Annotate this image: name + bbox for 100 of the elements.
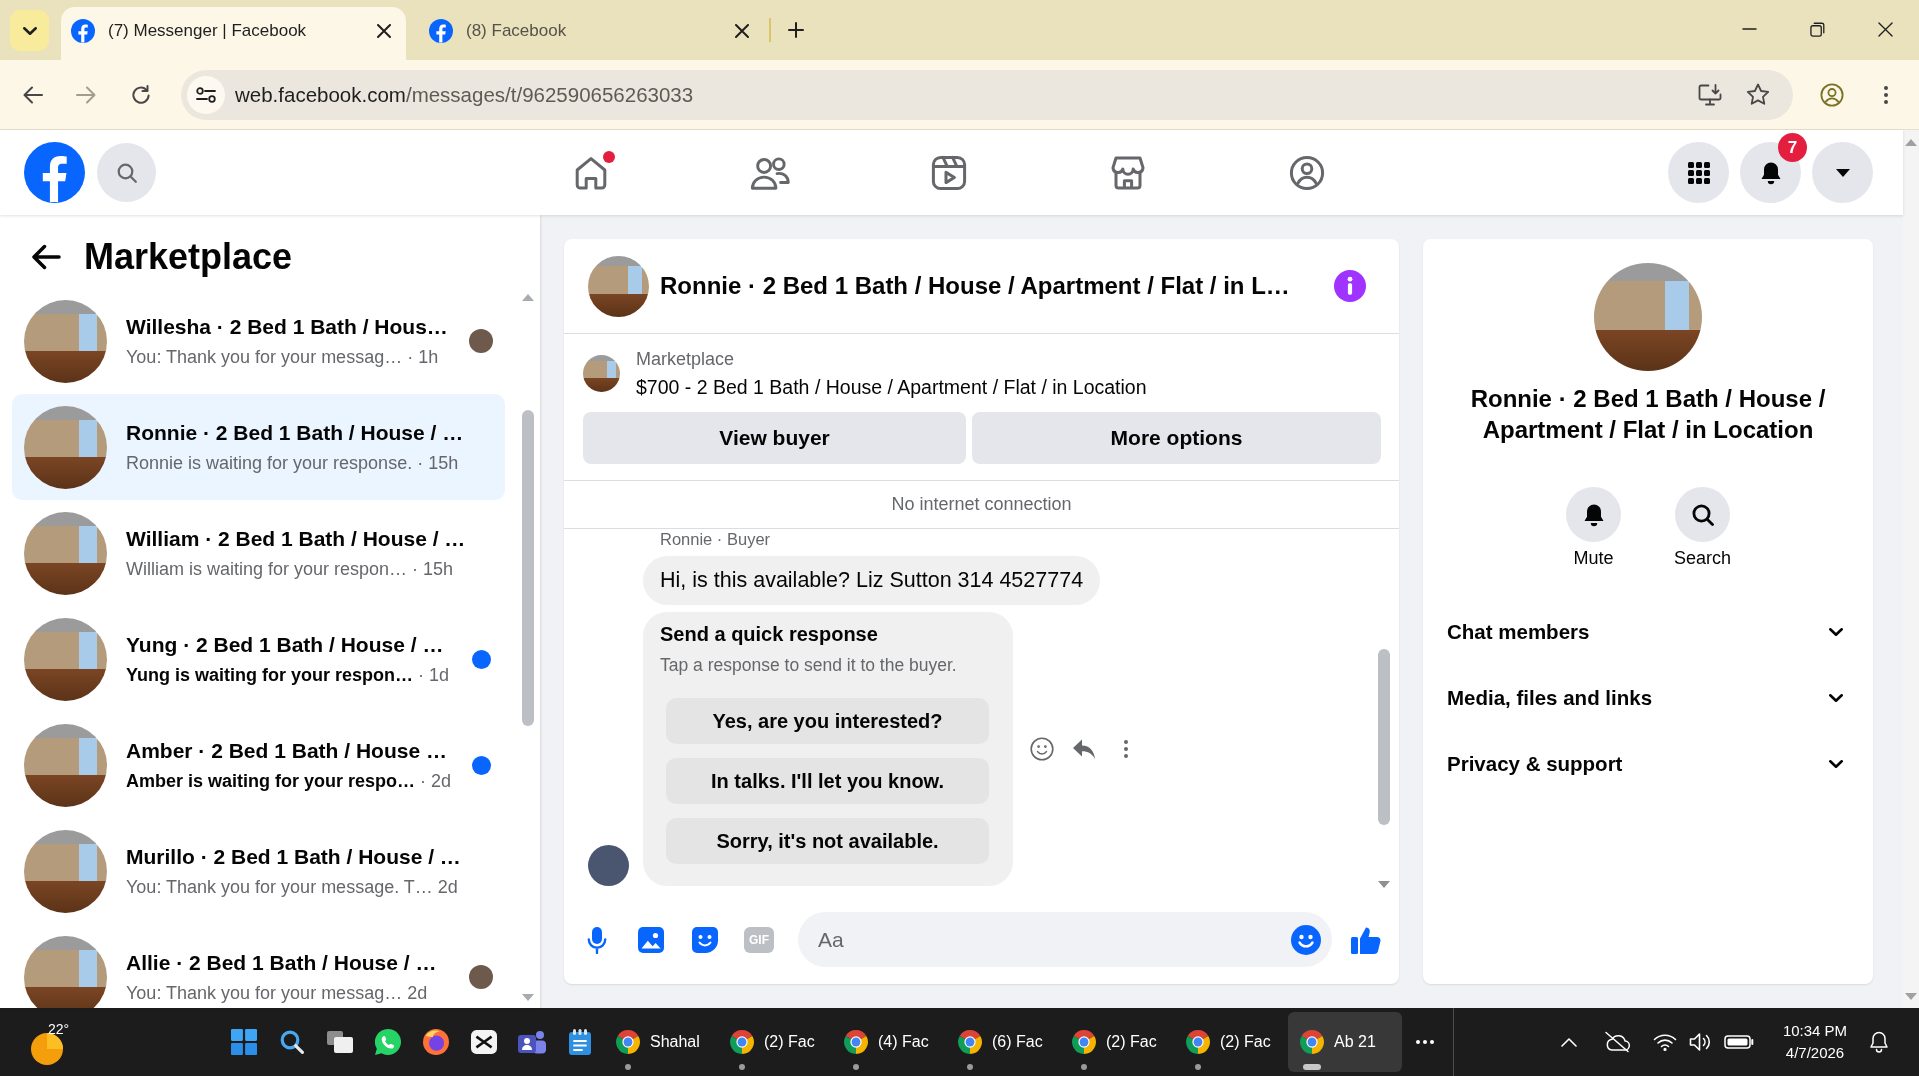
- back-arrow-icon[interactable]: [31, 243, 61, 270]
- bell-icon: [1759, 160, 1782, 185]
- person-circle-icon[interactable]: [1288, 154, 1325, 191]
- address-bar[interactable]: web.facebook.com/messages/t/962590656263033: [181, 69, 1793, 120]
- weather-widget[interactable]: 22°: [0, 1008, 220, 1076]
- section-toggle[interactable]: Media, files and links: [1423, 665, 1873, 731]
- action-button[interactable]: More options: [972, 412, 1381, 464]
- listing-title: $700 - 2 Bed 1 Bath / House / Apartment / Flat / in Location: [636, 375, 1147, 400]
- close-icon[interactable]: [1877, 21, 1893, 37]
- taskbar-window-button[interactable]: (2) Fac: [1060, 1012, 1174, 1072]
- sticker-icon[interactable]: [692, 926, 718, 953]
- phone-bubble-icon[interactable]: [375, 1029, 401, 1055]
- quick-reply-button[interactable]: Sorry, it's not available.: [666, 818, 989, 864]
- conversation-name: Willesha · 2 Bed 1 Bath / Hous…: [126, 314, 449, 340]
- site-info-button[interactable]: [187, 75, 225, 114]
- emoji-icon[interactable]: [1291, 924, 1321, 955]
- button-label: Search: [1673, 547, 1731, 570]
- scroll-down-icon[interactable]: [1378, 881, 1390, 888]
- running-indicator: [1081, 1064, 1087, 1070]
- back-icon[interactable]: [23, 85, 43, 104]
- profile-icon[interactable]: [1820, 82, 1844, 107]
- close-icon[interactable]: [377, 23, 391, 38]
- conversation-title: Ronnie · 2 Bed 1 Bath / House / Apartment / Flat / in L…: [660, 272, 1291, 300]
- avatar-placeholder: [588, 845, 629, 886]
- browser-icon: [843, 1029, 869, 1055]
- battery-icon[interactable]: [1724, 1035, 1754, 1049]
- search-icon[interactable]: [280, 1030, 304, 1054]
- cloud-off-icon[interactable]: [1604, 1031, 1630, 1053]
- video-icon[interactable]: [930, 154, 967, 191]
- taskbar-window-button[interactable]: (6) Fac: [946, 1012, 1060, 1072]
- conversation-item[interactable]: Yung · 2 Bed 1 Bath / House / … Yung is waiting for your respon… · 1d: [12, 606, 505, 712]
- scrollbar-thumb[interactable]: [522, 410, 534, 726]
- page-title: Marketplace: [84, 234, 293, 279]
- taskbar-window-button[interactable]: Ab 21: [1288, 1012, 1402, 1072]
- speaker-icon[interactable]: [1689, 1032, 1711, 1052]
- section-toggle[interactable]: Privacy & support: [1423, 731, 1873, 797]
- message-time: · 1d: [418, 664, 450, 687]
- section-toggle[interactable]: Chat members: [1423, 599, 1873, 665]
- restore-icon[interactable]: [1809, 21, 1825, 37]
- task-view-icon[interactable]: [327, 1031, 353, 1053]
- tab-search-button[interactable]: [10, 10, 49, 51]
- chevron-down-icon: [22, 26, 37, 35]
- running-indicator: [625, 1064, 631, 1070]
- browser-tab[interactable]: (7) Messenger | Facebook: [61, 7, 406, 60]
- reload-icon[interactable]: [131, 84, 151, 105]
- quick-reply-button[interactable]: In talks. I'll let you know.: [666, 758, 989, 804]
- browser-icon: [615, 1029, 641, 1055]
- browser-tab[interactable]: (8) Facebook: [419, 7, 764, 60]
- browser-globe-icon[interactable]: [423, 1029, 449, 1055]
- conversation-item[interactable]: Willesha · 2 Bed 1 Bath / Hous… You: Thank you for your messag… · 1h: [12, 288, 505, 394]
- running-indicator: [853, 1064, 859, 1070]
- message-preview: You: Thank you for your messag…: [126, 982, 403, 1005]
- taskbar-window-button[interactable]: (2) Fac: [1174, 1012, 1288, 1072]
- sender-label: Ronnie · Buyer: [659, 529, 771, 549]
- wifi-icon[interactable]: [1653, 1033, 1677, 1051]
- grid-icon: [1687, 161, 1710, 184]
- button-label: Mute: [1573, 547, 1614, 570]
- message-preview: You: Thank you for your message. T…: [126, 876, 433, 899]
- star-icon[interactable]: [1746, 83, 1770, 106]
- conversation-name: William · 2 Bed 1 Bath / House / …: [126, 526, 467, 552]
- more-icon[interactable]: [1416, 1040, 1434, 1044]
- search-icon: [116, 162, 137, 183]
- notification-bell-icon[interactable]: [1869, 1031, 1889, 1053]
- thumbs-up-icon[interactable]: [1351, 925, 1381, 954]
- menu-icon[interactable]: [1884, 85, 1888, 104]
- running-indicator: [1195, 1064, 1201, 1070]
- people-icon[interactable]: [518, 1030, 546, 1054]
- taskbar-window-button[interactable]: (4) Fac: [832, 1012, 946, 1072]
- scrollbar-thumb[interactable]: [1378, 649, 1390, 825]
- chevron-up-icon[interactable]: [1561, 1037, 1577, 1047]
- store-icon[interactable]: [1109, 154, 1146, 191]
- message-field[interactable]: Aa: [798, 912, 1332, 967]
- search-icon: [1691, 503, 1714, 526]
- running-indicator: [739, 1064, 745, 1070]
- plus-icon[interactable]: [788, 22, 804, 38]
- microphone-icon[interactable]: [587, 925, 607, 954]
- notepad-icon[interactable]: [569, 1029, 591, 1055]
- taskbar-window-button[interactable]: (2) Fac: [718, 1012, 832, 1072]
- reply-icon[interactable]: [1072, 738, 1096, 760]
- action-button[interactable]: View buyer: [583, 412, 966, 464]
- logo-icon[interactable]: [24, 142, 85, 203]
- quick-reply-button[interactable]: Yes, are you interested?: [666, 698, 989, 744]
- monitor-download-icon[interactable]: [1698, 83, 1722, 106]
- close-icon[interactable]: [735, 23, 749, 38]
- image-icon[interactable]: [638, 926, 664, 953]
- conversation-item[interactable]: Murillo · 2 Bed 1 Bath / House / … You: Thank you for your message. T… 2d: [12, 818, 505, 924]
- start-icon[interactable]: [231, 1029, 257, 1055]
- conversation-item[interactable]: Ronnie · 2 Bed 1 Bath / House / … Ronnie is waiting for your response. · 15h: [12, 394, 505, 500]
- smiley-icon[interactable]: [1030, 737, 1054, 761]
- conversation-item[interactable]: Amber · 2 Bed 1 Bath / House … Amber is waiting for your respo… · 2d: [12, 712, 505, 818]
- info-icon[interactable]: [1334, 270, 1366, 302]
- message-preview: Ronnie is waiting for your response.: [126, 452, 413, 475]
- conversation-item[interactable]: William · 2 Bed 1 Bath / House / … William is waiting for your respon… · 15h: [12, 500, 505, 606]
- quick-response-title: Send a quick response: [660, 622, 879, 646]
- message-time: 2d: [407, 982, 428, 1005]
- running-indicator: [1303, 1064, 1321, 1070]
- app-icon[interactable]: [471, 1030, 497, 1054]
- taskbar-window-button[interactable]: Shahal: [604, 1012, 718, 1072]
- minimize-icon[interactable]: [1741, 28, 1757, 30]
- clock-date: 4/7/2026: [1784, 1043, 1846, 1063]
